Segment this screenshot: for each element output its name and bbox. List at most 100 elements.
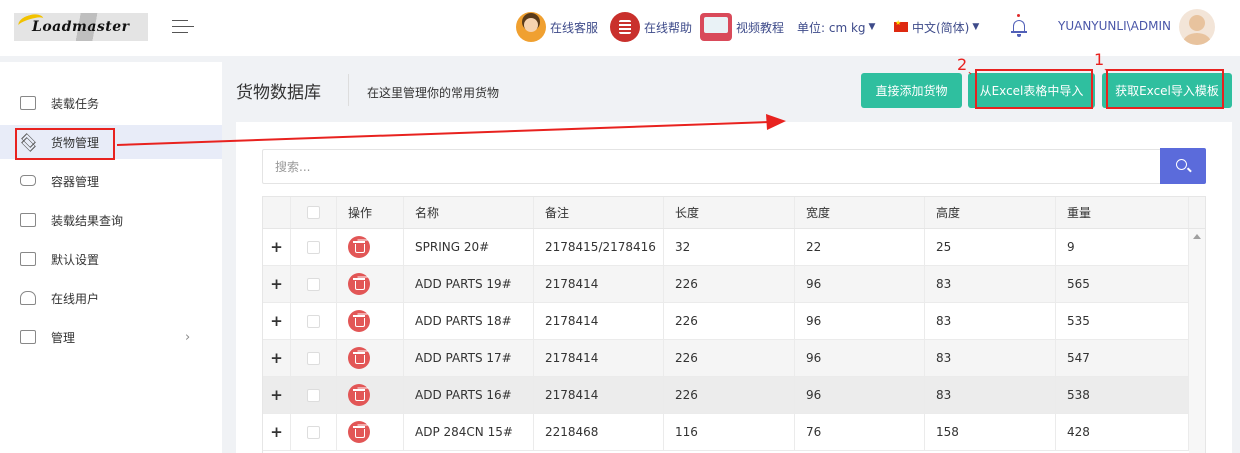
sidebar-item-label: 装载任务: [51, 96, 100, 111]
cell-remark: 2178415/2178416: [534, 229, 664, 265]
cell-width: 22: [795, 229, 925, 265]
get-excel-template-button[interactable]: 获取Excel导入模板: [1102, 73, 1232, 108]
cell-length: 226: [664, 266, 795, 302]
cell-width: 96: [795, 377, 925, 413]
sidebar-item-label: 管理: [51, 330, 76, 345]
menu-toggle-icon[interactable]: [172, 18, 194, 36]
delete-trash-icon[interactable]: [348, 384, 370, 406]
sidebar-item-label: 默认设置: [51, 252, 100, 267]
cell-height: 158: [925, 414, 1056, 450]
expand-row-icon[interactable]: +: [270, 423, 283, 441]
cell-length: 116: [664, 414, 795, 450]
column-header-width[interactable]: 宽度: [795, 197, 925, 228]
import-excel-button[interactable]: 从Excel表格中导入: [968, 73, 1095, 108]
column-header-height[interactable]: 高度: [925, 197, 1056, 228]
expand-row-icon[interactable]: +: [270, 349, 283, 367]
sidebar-item-label: 在线用户: [51, 291, 100, 306]
online-help-label: 在线帮助: [644, 20, 693, 35]
checkbox-settings-icon: [20, 252, 36, 266]
table-row[interactable]: + SPRING 20# 2178415/2178416 32 22 25 9: [263, 229, 1189, 266]
expand-row-icon[interactable]: +: [270, 312, 283, 330]
chevron-down-icon: ▼: [868, 22, 876, 32]
row-checkbox[interactable]: [307, 240, 320, 254]
column-header-weight[interactable]: 重量: [1056, 197, 1189, 228]
cell-height: 83: [925, 340, 1056, 376]
cell-height: 25: [925, 229, 1056, 265]
china-flag-icon: [894, 19, 908, 32]
sidebar-item-label: 货物管理: [51, 135, 100, 150]
sidebar: 装载任务 货物管理 容器管理 装载结果查询 默认设置 在线用户 管理 ›: [0, 62, 222, 453]
cargo-table: 操作 名称 备注 长度 宽度 高度 重量 + SPRING 20# 217841…: [262, 196, 1206, 453]
sidebar-item-admin[interactable]: 管理 ›: [0, 320, 222, 354]
select-all-checkbox[interactable]: [307, 206, 320, 219]
cell-remark: 2178414: [534, 377, 664, 413]
cell-length: 32: [664, 229, 795, 265]
admin-list-icon: [20, 330, 36, 344]
username[interactable]: YUANYUNLI\ADMIN: [1058, 19, 1171, 33]
table-row[interactable]: + ADD PARTS 17# 2178414 226 96 83 547: [263, 340, 1189, 377]
cell-height: 83: [925, 266, 1056, 302]
video-tutorial-icon: [700, 13, 732, 41]
delete-trash-icon[interactable]: [348, 310, 370, 332]
sidebar-item-cargo-management[interactable]: 货物管理: [0, 125, 222, 159]
cell-height: 83: [925, 377, 1056, 413]
cell-name: ADD PARTS 19#: [404, 266, 534, 302]
title-divider: [348, 74, 349, 106]
cell-weight: 565: [1056, 266, 1189, 302]
delete-trash-icon[interactable]: [348, 421, 370, 443]
customer-service-icon: [516, 12, 546, 42]
sidebar-item-default-settings[interactable]: 默认设置: [0, 242, 222, 276]
sidebar-item-online-users[interactable]: 在线用户: [0, 281, 222, 315]
cell-remark: 2218468: [534, 414, 664, 450]
cell-length: 226: [664, 377, 795, 413]
expand-row-icon[interactable]: +: [270, 275, 283, 293]
box-icon: [20, 96, 36, 110]
row-checkbox[interactable]: [307, 277, 320, 291]
layers-icon: [20, 135, 36, 149]
row-checkbox[interactable]: [307, 388, 320, 402]
annotation-number-1: 1: [1094, 50, 1105, 69]
logo[interactable]: Loadmaster: [14, 11, 148, 41]
cell-name: ADP 284CN 15#: [404, 414, 534, 450]
help-book-icon: [610, 12, 640, 42]
row-checkbox[interactable]: [307, 314, 320, 328]
cell-height: 83: [925, 303, 1056, 339]
user-avatar[interactable]: [1179, 9, 1215, 45]
video-tutorial-link[interactable]: 视频教程: [700, 10, 784, 44]
notification-bell-icon[interactable]: [1008, 14, 1030, 40]
cell-width: 96: [795, 303, 925, 339]
table-row[interactable]: + ADD PARTS 16# 2178414 226 96 83 538: [263, 377, 1189, 414]
delete-trash-icon[interactable]: [348, 236, 370, 258]
table-row[interactable]: + ADP 284CN 15# 2218468 116 76 158 428: [263, 414, 1189, 451]
sidebar-item-loading-tasks[interactable]: 装载任务: [0, 86, 222, 120]
annotation-mark: 、: [968, 66, 978, 77]
column-header-remark[interactable]: 备注: [534, 197, 664, 228]
expand-row-icon[interactable]: +: [270, 238, 283, 256]
search-input[interactable]: [262, 149, 1160, 184]
row-checkbox[interactable]: [307, 351, 320, 365]
video-tutorial-label: 视频教程: [736, 20, 785, 35]
column-header-length[interactable]: 长度: [664, 197, 795, 228]
cell-width: 96: [795, 340, 925, 376]
delete-trash-icon[interactable]: [348, 347, 370, 369]
sidebar-item-container-management[interactable]: 容器管理: [0, 164, 222, 198]
expand-row-icon[interactable]: +: [270, 386, 283, 404]
add-cargo-button[interactable]: 直接添加货物: [861, 73, 962, 108]
delete-trash-icon[interactable]: [348, 273, 370, 295]
row-checkbox[interactable]: [307, 425, 320, 439]
column-header-name[interactable]: 名称: [404, 197, 534, 228]
unit-dropdown[interactable]: 单位: cm kg ▼: [797, 10, 875, 44]
online-help-link[interactable]: 在线帮助: [610, 10, 692, 44]
box-search-icon: [20, 213, 36, 227]
language-dropdown[interactable]: 中文(简体) ▼: [894, 10, 979, 44]
sidebar-item-loading-results[interactable]: 装载结果查询: [0, 203, 222, 237]
customer-service-link[interactable]: 在线客服: [516, 10, 598, 44]
table-row[interactable]: + ADD PARTS 18# 2178414 226 96 83 535: [263, 303, 1189, 340]
table-row[interactable]: + ADD PARTS 19# 2178414 226 96 83 565: [263, 266, 1189, 303]
cell-remark: 2178414: [534, 303, 664, 339]
search-icon[interactable]: [1160, 148, 1206, 184]
cell-remark: 2178414: [534, 340, 664, 376]
scroll-up-arrow-icon[interactable]: [1193, 234, 1201, 239]
table-scrollbar[interactable]: [1189, 229, 1205, 453]
column-header-actions: 操作: [337, 197, 404, 228]
